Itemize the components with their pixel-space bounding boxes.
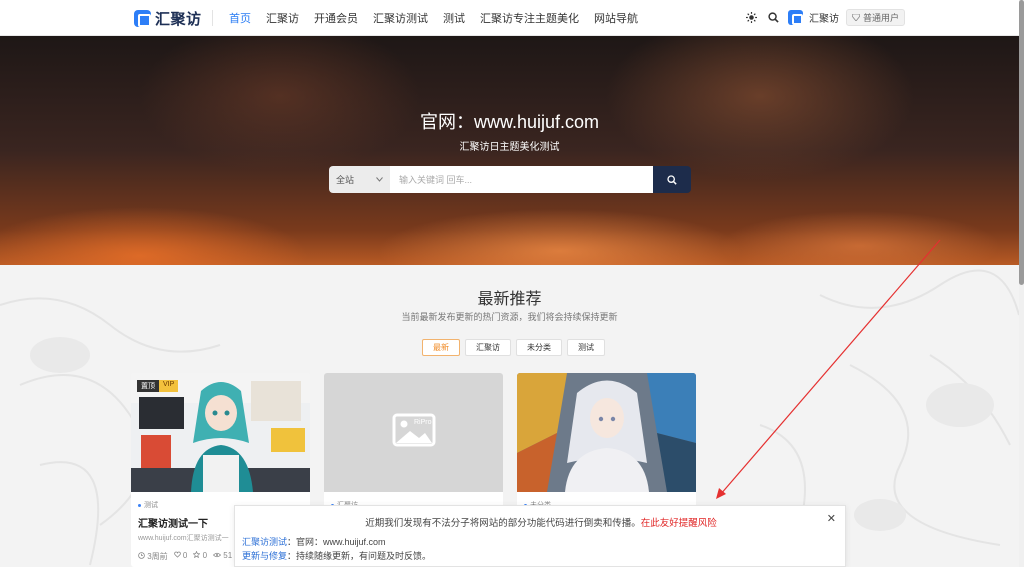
notice-row-update-key[interactable]: 更新与修复 bbox=[242, 551, 287, 561]
notice-warning-link[interactable]: 在此友好提醒风险 bbox=[641, 518, 717, 529]
notice-text: 近期我们发现有不法分子将网站的部分功能代码进行倒卖和传播。 bbox=[365, 518, 641, 529]
notice-row-site-value: ：官网：www.huijuf.com bbox=[287, 537, 386, 547]
annotation-arrow bbox=[716, 239, 941, 499]
page-scrollbar[interactable] bbox=[1019, 0, 1024, 567]
notice-message: 近期我们发现有不法分子将网站的部分功能代码进行倒卖和传播。在此友好提醒风险 bbox=[235, 515, 847, 529]
close-icon[interactable]: ✕ bbox=[827, 512, 836, 525]
scrollbar-thumb[interactable] bbox=[1019, 0, 1024, 285]
notice-popup: 近期我们发现有不法分子将网站的部分功能代码进行倒卖和传播。在此友好提醒风险 ✕ … bbox=[234, 505, 846, 567]
notice-row-site: 汇聚访测试：官网：www.huijuf.com bbox=[242, 535, 386, 548]
notice-row-update: 更新与修复：持续随缘更新，有问题及时反馈。 bbox=[242, 549, 431, 562]
notice-row-site-key[interactable]: 汇聚访测试 bbox=[242, 537, 287, 547]
notice-row-update-value: ：持续随缘更新，有问题及时反馈。 bbox=[287, 551, 432, 561]
